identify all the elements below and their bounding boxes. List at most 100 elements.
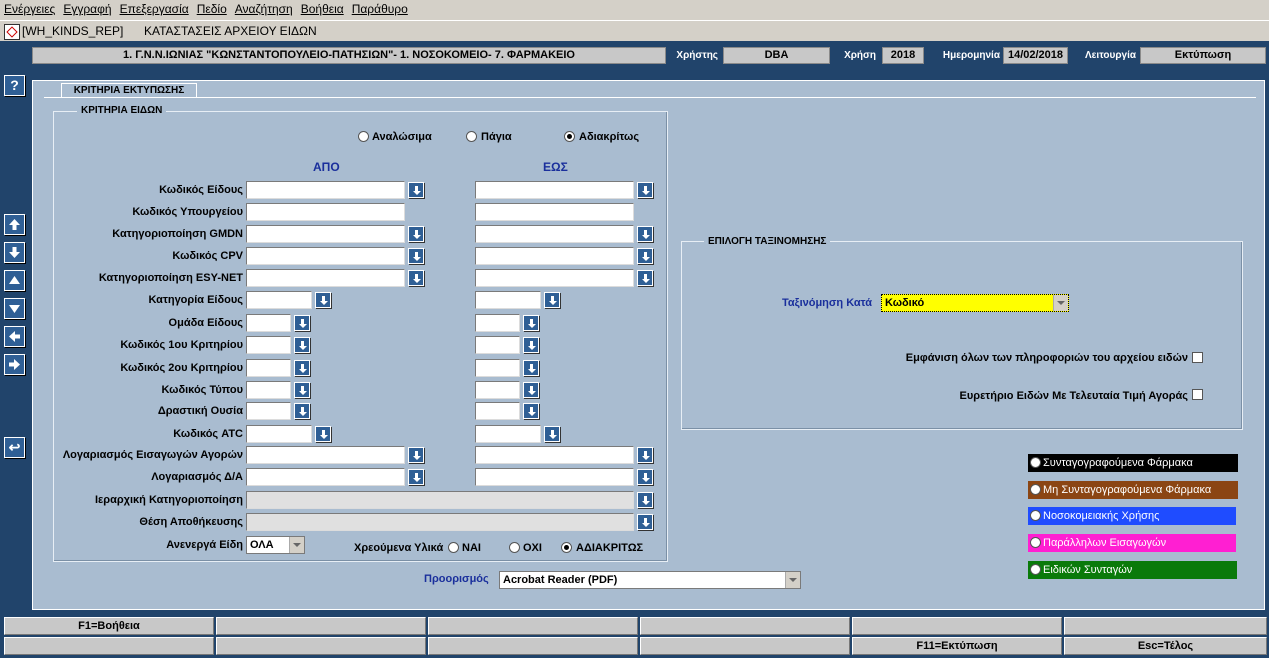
esynet-to-lov-icon[interactable] [637,270,653,286]
radio-charged-yes-label: ΝΑΙ [462,542,481,554]
ministry-code-from-input[interactable] [246,203,405,221]
ministry-code-to-input[interactable] [475,203,634,221]
menu-search[interactable]: Αναζήτηση [231,0,297,16]
fkey-print[interactable]: F11=Εκτύπωση [852,637,1062,655]
hierarchy-input[interactable] [246,491,634,509]
destination-select[interactable]: Acrobat Reader (PDF) [499,571,801,589]
criterion2-to-input[interactable] [475,359,520,377]
next-record-button[interactable] [4,298,25,319]
type-code-to-input[interactable] [475,381,520,399]
storage-location-input[interactable] [246,513,634,531]
price-index-checkbox[interactable] [1192,389,1203,400]
menu-field[interactable]: Πεδίο [193,0,231,16]
purchase-account-to-input[interactable] [475,446,634,464]
esynet-from-lov-icon[interactable] [408,270,424,286]
fkey-empty[interactable] [428,617,638,635]
atc-to-input[interactable] [475,425,541,443]
fkey-empty[interactable] [216,617,426,635]
item-group-from-input[interactable] [246,314,291,332]
criterion1-to-lov-icon[interactable] [523,337,539,353]
item-group-to-input[interactable] [475,314,520,332]
menu-window[interactable]: Παράθυρο [348,0,412,16]
show-all-info-checkbox[interactable] [1192,352,1203,363]
destination-value: Acrobat Reader (PDF) [503,574,618,586]
cpv-from-input[interactable] [246,247,405,265]
atc-from-input[interactable] [246,425,312,443]
gmdn-from-input[interactable] [246,225,405,243]
atc-from-lov-icon[interactable] [315,426,331,442]
type-code-to-lov-icon[interactable] [523,382,539,398]
menu-actions[interactable]: Ενέργειες [0,0,59,16]
menu-help[interactable]: Βοήθεια [297,0,348,16]
menu-record[interactable]: Εγγραφή [59,0,115,16]
inactive-items-select[interactable]: ΟΛΑ [246,536,305,554]
sort-by-select[interactable]: Κωδικό [881,294,1069,312]
fkey-empty[interactable] [216,637,426,655]
fkey-empty[interactable] [640,617,850,635]
cpv-from-lov-icon[interactable] [408,248,424,264]
radio-fixed-assets[interactable] [466,131,477,142]
active-substance-to-input[interactable] [475,402,520,420]
criterion2-from-input[interactable] [246,359,291,377]
criterion1-from-input[interactable] [246,336,291,354]
criterion1-label: Κωδικός 1ου Κριτηρίου [120,339,243,351]
purchase-account-to-lov-icon[interactable] [637,447,653,463]
gmdn-from-lov-icon[interactable] [408,226,424,242]
previous-block-button[interactable] [4,326,25,347]
esynet-from-input[interactable] [246,269,405,287]
fkey-help[interactable]: F1=Βοήθεια [4,617,214,635]
fkey-empty[interactable] [852,617,1062,635]
item-group-from-lov-icon[interactable] [294,315,310,331]
criterion2-from-lov-icon[interactable] [294,360,310,376]
radio-charged-yes[interactable] [448,542,459,553]
menu-edit[interactable]: Επεξεργασία [116,0,193,16]
last-record-button[interactable] [4,242,25,263]
fkey-empty[interactable] [1064,617,1267,635]
fkey-empty[interactable] [640,637,850,655]
fkey-empty[interactable] [4,637,214,655]
item-code-from-input[interactable] [246,181,405,199]
fkey-empty[interactable] [428,637,638,655]
gmdn-to-input[interactable] [475,225,634,243]
purchase-account-from-input[interactable] [246,446,405,464]
active-substance-from-input[interactable] [246,402,291,420]
tab-print-criteria[interactable]: ΚΡΙΤΗΡΙΑ ΕΚΤΥΠΩΣΗΣ [61,83,197,98]
hierarchy-lov-icon[interactable] [637,492,653,508]
radio-charged-all[interactable] [561,542,572,553]
da-account-from-input[interactable] [246,468,405,486]
item-code-to-input[interactable] [475,181,634,199]
previous-record-button[interactable] [4,270,25,291]
da-account-to-lov-icon[interactable] [637,469,653,485]
atc-to-lov-icon[interactable] [544,426,560,442]
purchase-account-from-lov-icon[interactable] [408,447,424,463]
cpv-to-lov-icon[interactable] [637,248,653,264]
gmdn-to-lov-icon[interactable] [637,226,653,242]
type-code-from-input[interactable] [246,381,291,399]
criterion1-to-input[interactable] [475,336,520,354]
first-record-button[interactable] [4,214,25,235]
fkey-exit[interactable]: Esc=Τέλος [1064,637,1267,655]
active-substance-from-lov-icon[interactable] [294,403,310,419]
item-category-from-lov-icon[interactable] [315,292,331,308]
storage-location-lov-icon[interactable] [637,514,653,530]
item-category-to-input[interactable] [475,291,541,309]
cpv-to-input[interactable] [475,247,634,265]
item-code-to-lov-icon[interactable] [637,182,653,198]
item-group-to-lov-icon[interactable] [523,315,539,331]
radio-consumables[interactable] [358,131,369,142]
radio-indiscriminate[interactable] [564,131,575,142]
item-code-from-lov-icon[interactable] [408,182,424,198]
criterion1-from-lov-icon[interactable] [294,337,310,353]
criterion2-to-lov-icon[interactable] [523,360,539,376]
next-block-button[interactable] [4,354,25,375]
active-substance-to-lov-icon[interactable] [523,403,539,419]
type-code-from-lov-icon[interactable] [294,382,310,398]
exit-button[interactable]: ↩ [4,437,25,458]
item-category-to-lov-icon[interactable] [544,292,560,308]
radio-charged-no[interactable] [509,542,520,553]
da-account-from-lov-icon[interactable] [408,469,424,485]
help-button[interactable]: ? [4,75,25,96]
esynet-to-input[interactable] [475,269,634,287]
item-category-from-input[interactable] [246,291,312,309]
da-account-to-input[interactable] [475,468,634,486]
